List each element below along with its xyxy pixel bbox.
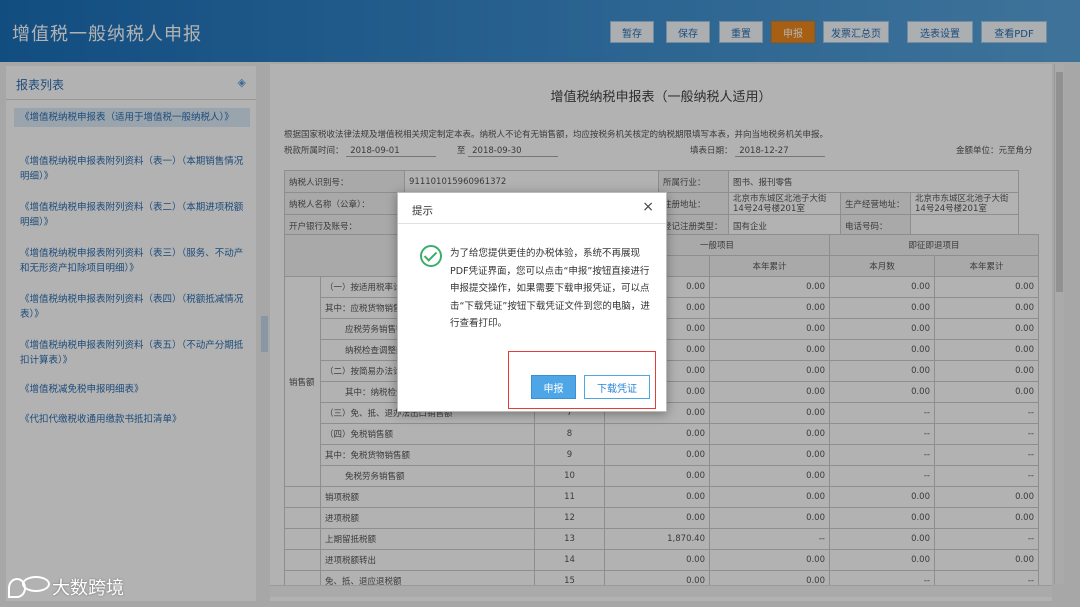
watermark-text: 大数跨境 bbox=[52, 578, 124, 599]
notice-dialog: 提示 × 为了给您提供更佳的办税体验，系统不再展现PDF凭证界面，您可以点击“申… bbox=[397, 192, 667, 412]
dialog-message: 为了给您提供更佳的办税体验，系统不再展现PDF凭证界面，您可以点击“申报”按钮直… bbox=[450, 248, 650, 330]
close-icon[interactable]: × bbox=[642, 199, 654, 215]
download-voucher-button[interactable]: 下载凭证 bbox=[584, 375, 650, 399]
declare-button[interactable]: 申报 bbox=[531, 375, 576, 399]
dialog-title: 提示 bbox=[412, 205, 433, 217]
success-check-icon bbox=[420, 245, 442, 267]
brand-logo-icon bbox=[8, 576, 50, 598]
watermark: 大数跨境 bbox=[8, 574, 124, 600]
